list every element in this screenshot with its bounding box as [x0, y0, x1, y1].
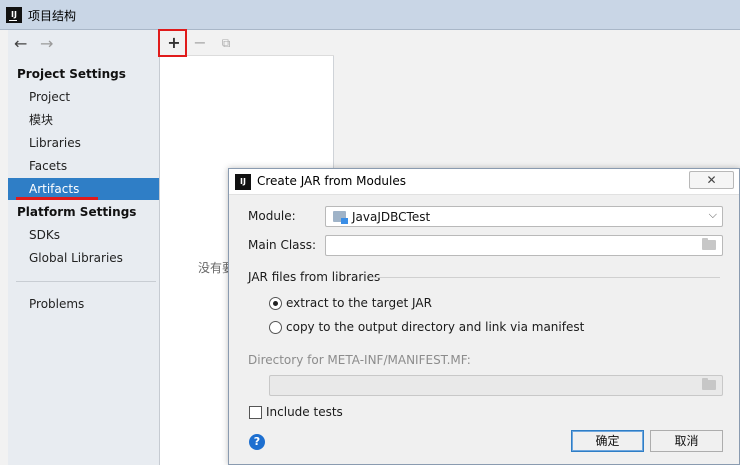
- chevron-down-icon: ⌵: [708, 208, 717, 221]
- sidebar-item-global-libraries[interactable]: Global Libraries: [8, 247, 159, 269]
- sidebar-item-project[interactable]: Project: [8, 86, 159, 108]
- platform-settings-header: Platform Settings: [17, 205, 137, 219]
- dialog-title-bar: IJ Create JAR from Modules ✕: [229, 169, 739, 195]
- browse-folder-icon[interactable]: [702, 238, 716, 250]
- module-folder-icon: [333, 211, 348, 224]
- forward-arrow-icon[interactable]: →: [40, 36, 58, 52]
- remove-icon[interactable]: −: [191, 34, 209, 52]
- dialog-title: Create JAR from Modules: [257, 174, 407, 188]
- module-select[interactable]: JavaJDBCTest ⌵: [325, 206, 723, 227]
- annotation-red-underline: [16, 197, 98, 200]
- jar-files-group-label: JAR files from libraries: [248, 270, 381, 284]
- cancel-button[interactable]: 取消: [650, 430, 723, 452]
- module-label: Module:: [248, 209, 296, 223]
- module-select-value: JavaJDBCTest: [352, 210, 431, 224]
- intellij-logo-icon: IJ: [235, 174, 251, 190]
- include-tests-checkbox[interactable]: [249, 406, 262, 419]
- create-jar-dialog: IJ Create JAR from Modules ✕ Module: Jav…: [228, 168, 740, 465]
- back-arrow-icon[interactable]: ←: [14, 36, 32, 52]
- browse-folder-icon[interactable]: [702, 378, 716, 390]
- nav-arrows: ← →: [14, 36, 58, 52]
- annotation-red-box: [158, 29, 187, 57]
- sidebar-item-facets[interactable]: Facets: [8, 155, 159, 177]
- extract-radio-label[interactable]: extract to the target JAR: [286, 296, 432, 310]
- help-icon[interactable]: ?: [249, 434, 265, 450]
- sidebar-item-modules[interactable]: 模块: [8, 109, 159, 131]
- sidebar-item-sdks[interactable]: SDKs: [8, 224, 159, 246]
- extract-radio[interactable]: [269, 297, 282, 310]
- manifest-dir-input[interactable]: [269, 375, 723, 396]
- main-class-label: Main Class:: [248, 238, 317, 252]
- copy-icon[interactable]: ⧉: [217, 34, 235, 52]
- project-structure-sidebar: ← → Project Settings Project 模块 Libraries…: [8, 30, 160, 465]
- main-class-input[interactable]: [325, 235, 723, 256]
- intellij-logo-icon: IJ: [6, 7, 22, 23]
- sidebar-item-libraries[interactable]: Libraries: [8, 132, 159, 154]
- group-separator: [370, 277, 720, 278]
- manifest-dir-label: Directory for META-INF/MANIFEST.MF:: [248, 353, 471, 367]
- copy-manifest-radio-label[interactable]: copy to the output directory and link vi…: [286, 320, 584, 334]
- project-settings-header: Project Settings: [17, 67, 126, 81]
- close-icon[interactable]: ✕: [689, 171, 734, 189]
- window-title: 项目结构: [28, 9, 77, 23]
- sidebar-divider: [16, 281, 156, 282]
- copy-manifest-radio[interactable]: [269, 321, 282, 334]
- include-tests-label[interactable]: Include tests: [266, 405, 343, 419]
- window-title-bar: IJ 项目结构: [0, 0, 740, 30]
- sidebar-item-problems[interactable]: Problems: [8, 293, 159, 315]
- ok-button[interactable]: 确定: [571, 430, 644, 452]
